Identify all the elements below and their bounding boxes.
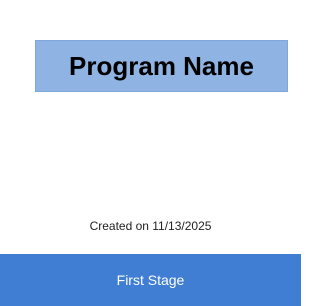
program-title: Program Name xyxy=(69,50,254,81)
program-card: Program Name Created on 11/13/2025 First… xyxy=(0,0,301,306)
program-title-banner: Program Name xyxy=(35,40,288,92)
stage-button[interactable]: First Stage xyxy=(0,254,301,306)
created-date: Created on 11/13/2025 xyxy=(89,219,212,233)
stage-label: First Stage xyxy=(116,272,185,288)
